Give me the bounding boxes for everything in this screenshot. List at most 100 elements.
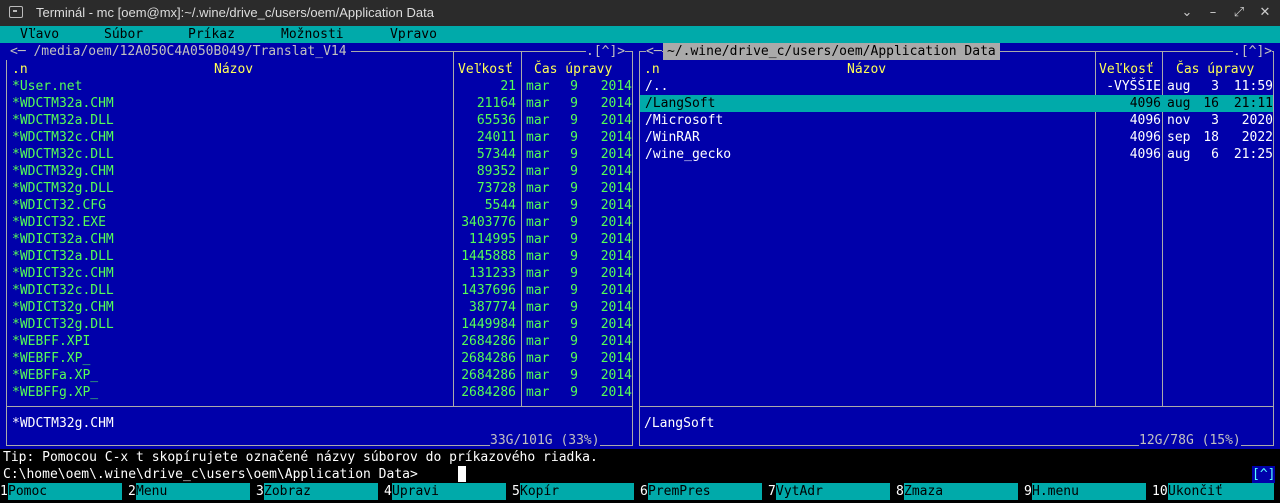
file-time: 2014 xyxy=(600,334,632,349)
right-header-time[interactable]: Čas úpravy xyxy=(1176,61,1254,78)
right-panel-path[interactable]: ~/.wine/drive_c/users/oem/Application Da… xyxy=(663,43,1000,60)
file-size: 1445888 xyxy=(461,249,516,264)
file-time: 2022 xyxy=(1241,130,1273,145)
file-row[interactable]: /LangSoft 4096 aug 16 21:11 xyxy=(640,95,1273,112)
file-time: 2014 xyxy=(600,368,632,383)
file-time: 2014 xyxy=(600,232,632,247)
right-panel-corner[interactable]: .[^]> xyxy=(1233,43,1273,60)
fkey-number: 3 xyxy=(256,484,264,499)
file-row[interactable]: /.. -VYŠŠIE aug 3 11:59 xyxy=(640,78,1273,95)
file-name: *WDICT32g.DLL xyxy=(12,317,114,332)
command-prompt[interactable]: C:\home\oem\.wine\drive_c\users\oem\Appl… xyxy=(3,466,418,483)
menu-file[interactable]: Súbor xyxy=(104,26,143,43)
function-key-bar: 1 Pomoc 2 Menu 3 Zobraz 4 Upravi 5 Kopír 6 PremPres… xyxy=(0,483,1280,500)
file-time: 2014 xyxy=(600,147,632,162)
fkey-4[interactable]: 4 Upravi xyxy=(384,483,512,500)
file-row[interactable]: *User.net 21 mar 9 2014 xyxy=(7,78,632,95)
left-header-time[interactable]: Čas úpravy xyxy=(534,61,612,78)
file-month: mar xyxy=(526,181,550,196)
fkey-9[interactable]: 9 H.menu xyxy=(1024,483,1152,500)
file-row[interactable]: *WDCTM32g.DLL 73728 mar 9 2014 xyxy=(7,180,632,197)
file-day: 9 xyxy=(570,96,578,111)
file-row[interactable]: *WEBFF.XP_ 2684286 mar 9 2014 xyxy=(7,350,632,367)
file-time: 2014 xyxy=(600,300,632,315)
terminal-icon xyxy=(9,6,23,18)
left-disk-usage: 33G/101G (33%) xyxy=(490,432,600,449)
file-row[interactable]: *WDICT32g.DLL 1449984 mar 9 2014 xyxy=(7,316,632,333)
file-row[interactable]: *WDICT32.EXE 3403776 mar 9 2014 xyxy=(7,214,632,231)
file-size: 24011 xyxy=(476,130,516,145)
fkey-10[interactable]: 10 Ukončiť xyxy=(1152,483,1280,500)
file-row[interactable]: *WDCTM32a.DLL 65536 mar 9 2014 xyxy=(7,112,632,129)
file-row[interactable]: *WEBFF.XPI 2684286 mar 9 2014 xyxy=(7,333,632,350)
file-size: 1449984 xyxy=(461,317,516,332)
fkey-number: 8 xyxy=(896,484,904,499)
file-row[interactable]: *WEBFFa.XP_ 2684286 mar 9 2014 xyxy=(7,367,632,384)
fkey-number: 5 xyxy=(512,484,520,499)
file-time: 2014 xyxy=(600,96,632,111)
file-month: mar xyxy=(526,113,550,128)
left-header-size[interactable]: Veľkosť xyxy=(458,61,513,78)
chevron-down-icon[interactable]: ⌄ xyxy=(1176,3,1198,23)
left-sort-indicator[interactable]: .n xyxy=(12,61,28,78)
fkey-2[interactable]: 2 Menu xyxy=(128,483,256,500)
fkey-label: Pomoc xyxy=(8,483,122,500)
window-title: Terminál - mc [oem@mx]:~/.wine/drive_c/u… xyxy=(36,5,434,20)
file-time: 2014 xyxy=(600,164,632,179)
file-month: mar xyxy=(526,249,550,264)
fkey-6[interactable]: 6 PremPres xyxy=(640,483,768,500)
file-month: mar xyxy=(526,334,550,349)
file-row[interactable]: /wine_gecko 4096 aug 6 21:25 xyxy=(640,146,1273,163)
menu-right[interactable]: Vpravo xyxy=(390,26,437,43)
file-row[interactable]: *WDICT32c.DLL 1437696 mar 9 2014 xyxy=(7,282,632,299)
fkey-3[interactable]: 3 Zobraz xyxy=(256,483,384,500)
file-day: 9 xyxy=(570,198,578,213)
file-name: *WDICT32.EXE xyxy=(12,215,106,230)
fkey-8[interactable]: 8 Zmaza xyxy=(896,483,1024,500)
file-row[interactable]: /Microsoft 4096 nov 3 2020 xyxy=(640,112,1273,129)
right-header-name[interactable]: Názov xyxy=(847,61,886,78)
file-row[interactable]: *WDICT32g.CHM 387774 mar 9 2014 xyxy=(7,299,632,316)
file-day: 16 xyxy=(1203,96,1219,111)
file-day: 9 xyxy=(570,164,578,179)
left-panel-corner[interactable]: .[^]> xyxy=(586,43,626,60)
file-row[interactable]: *WDICT32.CFG 5544 mar 9 2014 xyxy=(7,197,632,214)
close-icon[interactable]: ✕ xyxy=(1254,3,1276,23)
file-row[interactable]: *WEBFFg.XP_ 2684286 mar 9 2014 xyxy=(7,384,632,401)
file-row[interactable]: *WDCTM32a.CHM 21164 mar 9 2014 xyxy=(7,95,632,112)
file-row[interactable]: *WDICT32a.CHM 114995 mar 9 2014 xyxy=(7,231,632,248)
fkey-5[interactable]: 5 Kopír xyxy=(512,483,640,500)
menu-command[interactable]: Príkaz xyxy=(188,26,235,43)
file-row[interactable]: *WDCTM32c.DLL 57344 mar 9 2014 xyxy=(7,146,632,163)
file-name: *User.net xyxy=(12,79,83,94)
file-time: 2014 xyxy=(600,79,632,94)
fkey-7[interactable]: 7 VytAdr xyxy=(768,483,896,500)
text-cursor xyxy=(458,466,466,482)
maximize-icon[interactable]: ⤢ xyxy=(1228,3,1250,23)
file-name: /Microsoft xyxy=(645,113,724,128)
fkey-1[interactable]: 1 Pomoc xyxy=(0,483,128,500)
file-day: 9 xyxy=(570,385,578,400)
right-sort-indicator[interactable]: .n xyxy=(644,61,660,78)
file-row[interactable]: *WDCTM32c.CHM 24011 mar 9 2014 xyxy=(7,129,632,146)
right-header-size[interactable]: Veľkosť xyxy=(1099,61,1154,78)
file-row[interactable]: *WDCTM32g.CHM 89352 mar 9 2014 xyxy=(7,163,632,180)
command-scroll-indicator[interactable]: [^] xyxy=(1252,466,1276,483)
left-panel-path[interactable]: <─ /media/oem/12A050C4A050B049/Translat_… xyxy=(6,43,351,60)
file-row[interactable]: *WDICT32c.CHM 131233 mar 9 2014 xyxy=(7,265,632,282)
file-month: mar xyxy=(526,317,550,332)
left-header-name[interactable]: Názov xyxy=(214,61,253,78)
file-row[interactable]: *WDICT32a.DLL 1445888 mar 9 2014 xyxy=(7,248,632,265)
file-row[interactable]: /WinRAR 4096 sep 18 2022 xyxy=(640,129,1273,146)
menu-options[interactable]: Možnosti xyxy=(281,26,344,43)
minimize-icon[interactable]: – xyxy=(1202,3,1224,23)
menu-left[interactable]: Vľavo xyxy=(20,26,59,43)
file-name: /WinRAR xyxy=(645,130,700,145)
left-file-panel[interactable]: <─ /media/oem/12A050C4A050B049/Translat_… xyxy=(0,43,637,449)
file-size: 131233 xyxy=(469,266,516,281)
file-day: 9 xyxy=(570,334,578,349)
file-month: mar xyxy=(526,283,550,298)
right-file-panel[interactable]: <─ ~/.wine/drive_c/users/oem/Application… xyxy=(637,43,1280,449)
file-size: 4096 xyxy=(1129,147,1161,162)
file-day: 9 xyxy=(570,266,578,281)
